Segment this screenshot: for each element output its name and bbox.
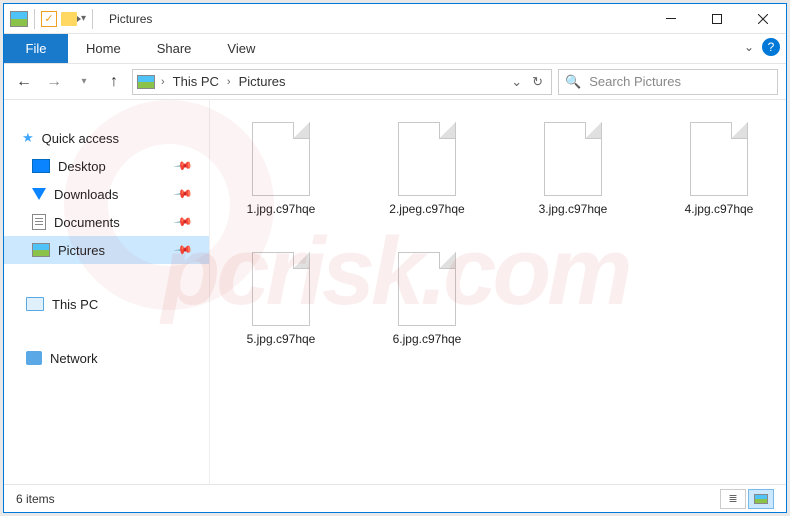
sidebar-item-desktop[interactable]: Desktop 📌 [4,152,209,180]
file-name: 6.jpg.c97hqe [393,332,462,346]
sidebar-item-documents[interactable]: Documents 📌 [4,208,209,236]
item-count: 6 items [16,492,55,506]
search-icon: 🔍 [565,74,581,90]
maximize-button[interactable] [694,4,740,34]
location-icon [137,75,155,89]
this-pc-icon [26,297,44,311]
documents-icon [32,214,46,230]
file-name: 1.jpg.c97hqe [247,202,316,216]
file-icon [398,122,456,196]
file-icon [252,252,310,326]
file-icon [398,252,456,326]
qat-newfolder-icon[interactable] [61,12,77,26]
back-button[interactable]: ← [12,70,36,94]
status-bar: 6 items ≣ [4,484,786,512]
address-bar[interactable]: › This PC › Pictures ⌄ ↻ [132,69,552,95]
sidebar-item-label: Downloads [54,187,118,202]
sidebar-item-network[interactable]: Network [4,344,209,372]
file-icon [690,122,748,196]
tab-view[interactable]: View [209,34,273,63]
quick-access[interactable]: ★ Quick access [4,124,209,152]
expand-ribbon-icon[interactable]: ⌄ [744,40,754,54]
sidebar-item-label: Pictures [58,243,105,258]
window-title: Pictures [109,12,152,26]
file-name: 4.jpg.c97hqe [685,202,754,216]
recent-locations-button[interactable]: ▾ [72,70,96,94]
chevron-right-icon[interactable]: › [161,76,165,88]
pin-icon: 📌 [173,156,193,176]
file-name: 5.jpg.c97hqe [247,332,316,346]
file-list[interactable]: 1.jpg.c97hqe 2.jpeg.c97hqe 3.jpg.c97hqe … [210,100,786,484]
downloads-icon [32,188,46,200]
network-icon [26,351,42,365]
app-icon [10,11,28,27]
explorer-window: ✓ ▾ Pictures File Home Share View ⌄ ? ← … [3,3,787,513]
chevron-right-icon[interactable]: › [227,76,231,88]
search-placeholder: Search Pictures [589,74,681,89]
file-item[interactable]: 3.jpg.c97hqe [524,122,622,216]
sidebar-item-downloads[interactable]: Downloads 📌 [4,180,209,208]
file-tab[interactable]: File [4,34,68,63]
breadcrumb[interactable]: This PC [171,74,221,89]
pin-icon: 📌 [173,240,193,260]
sidebar-item-label: Network [50,351,98,366]
sidebar-item-label: Desktop [58,159,106,174]
file-item[interactable]: 4.jpg.c97hqe [670,122,768,216]
pictures-icon [32,243,50,257]
qat-properties-icon[interactable]: ✓ [41,11,57,27]
desktop-icon [32,159,50,173]
navigation-pane: ★ Quick access Desktop 📌 Downloads 📌 Doc… [4,100,210,484]
up-button[interactable]: ↑ [102,70,126,94]
forward-button[interactable]: → [42,70,66,94]
tab-home[interactable]: Home [68,34,139,63]
pin-icon: 📌 [173,184,193,204]
address-dropdown-icon[interactable]: ⌄ [511,74,522,90]
tab-share[interactable]: Share [139,34,210,63]
sidebar-item-label: This PC [52,297,98,312]
sidebar-item-pictures[interactable]: Pictures 📌 [4,236,209,264]
file-item[interactable]: 1.jpg.c97hqe [232,122,330,216]
minimize-button[interactable] [648,4,694,34]
file-icon [252,122,310,196]
quick-access-label: Quick access [42,131,119,146]
breadcrumb[interactable]: Pictures [237,74,288,89]
details-view-button[interactable]: ≣ [720,489,746,509]
address-row: ← → ▾ ↑ › This PC › Pictures ⌄ ↻ 🔍 Searc… [4,64,786,100]
file-icon [544,122,602,196]
file-name: 3.jpg.c97hqe [539,202,608,216]
refresh-button[interactable]: ↻ [532,74,543,90]
star-icon: ★ [22,130,34,146]
qat-dropdown-icon[interactable]: ▾ [81,13,86,24]
help-button[interactable]: ? [762,38,780,56]
titlebar: ✓ ▾ Pictures [4,4,786,34]
file-item[interactable]: 6.jpg.c97hqe [378,252,476,346]
pin-icon: 📌 [173,212,193,232]
file-name: 2.jpeg.c97hqe [389,202,464,216]
file-item[interactable]: 5.jpg.c97hqe [232,252,330,346]
thumbnails-view-button[interactable] [748,489,774,509]
ribbon: File Home Share View ⌄ ? [4,34,786,64]
sidebar-item-label: Documents [54,215,120,230]
search-input[interactable]: 🔍 Search Pictures [558,69,778,95]
sidebar-item-this-pc[interactable]: This PC [4,290,209,318]
file-item[interactable]: 2.jpeg.c97hqe [378,122,476,216]
close-button[interactable] [740,4,786,34]
